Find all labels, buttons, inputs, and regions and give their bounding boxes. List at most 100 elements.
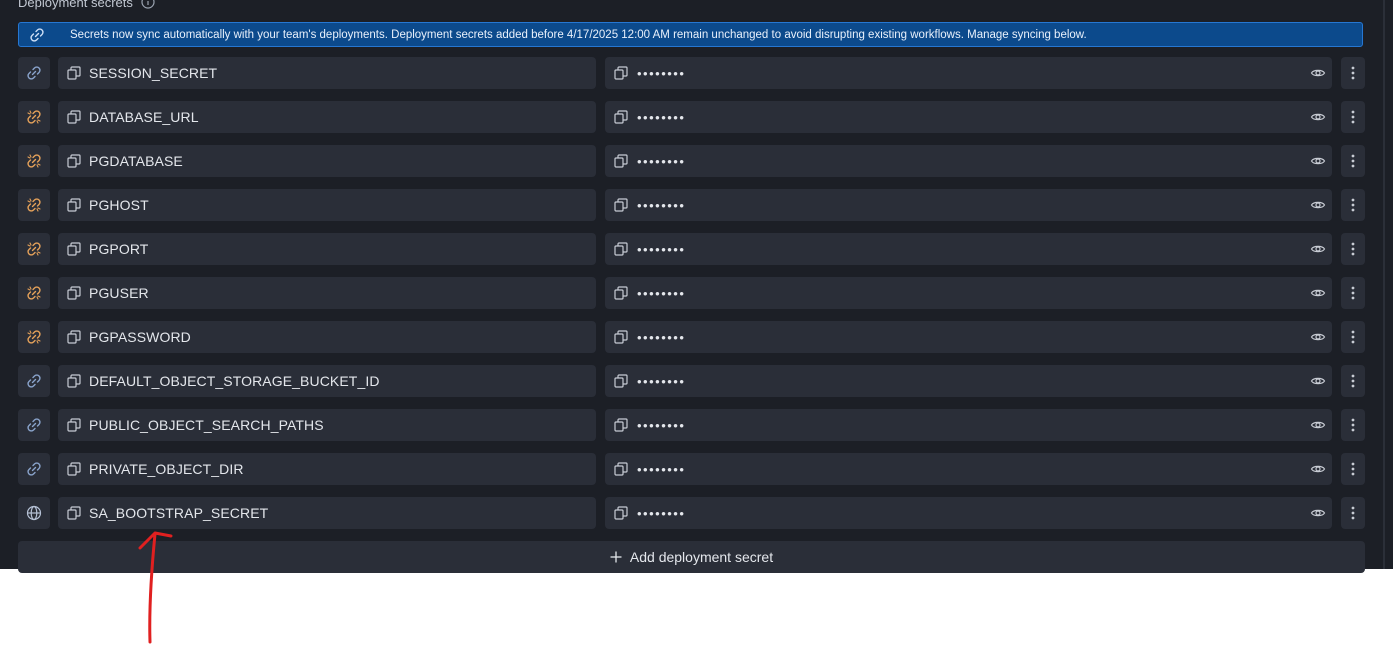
- copy-icon[interactable]: [614, 198, 628, 212]
- secret-key-field[interactable]: PGPASSWORD: [58, 321, 596, 353]
- secret-key-field[interactable]: PRIVATE_OBJECT_DIR: [58, 453, 596, 485]
- copy-icon[interactable]: [67, 154, 81, 168]
- secret-value-field[interactable]: ••••••••: [605, 233, 1332, 265]
- sync-toggle-button[interactable]: [18, 101, 50, 133]
- secret-key-field[interactable]: DATABASE_URL: [58, 101, 596, 133]
- more-options-button[interactable]: [1341, 453, 1365, 485]
- globe-icon: [26, 505, 42, 521]
- link-icon: [26, 373, 42, 389]
- more-vertical-icon: [1351, 374, 1355, 388]
- copy-icon[interactable]: [614, 286, 628, 300]
- secret-row: PGUSER ••••••••: [18, 277, 1365, 309]
- secret-value-field[interactable]: ••••••••: [605, 365, 1332, 397]
- secret-key-text: SA_BOOTSTRAP_SECRET: [89, 505, 269, 521]
- copy-icon[interactable]: [614, 110, 628, 124]
- copy-icon[interactable]: [614, 374, 628, 388]
- sync-toggle-button[interactable]: [18, 453, 50, 485]
- sync-toggle-button[interactable]: [18, 189, 50, 221]
- sync-toggle-button[interactable]: [18, 409, 50, 441]
- more-vertical-icon: [1351, 330, 1355, 344]
- copy-icon[interactable]: [614, 154, 628, 168]
- eye-icon[interactable]: [1310, 65, 1326, 81]
- eye-icon[interactable]: [1310, 285, 1326, 301]
- info-icon[interactable]: [141, 0, 155, 9]
- copy-icon[interactable]: [67, 330, 81, 344]
- more-vertical-icon: [1351, 66, 1355, 80]
- copy-icon[interactable]: [67, 66, 81, 80]
- secret-row: PGDATABASE ••••••••: [18, 145, 1365, 177]
- secret-key-field[interactable]: SESSION_SECRET: [58, 57, 596, 89]
- secret-value-field[interactable]: ••••••••: [605, 277, 1332, 309]
- copy-icon[interactable]: [67, 286, 81, 300]
- secret-value-field[interactable]: ••••••••: [605, 497, 1332, 529]
- more-options-button[interactable]: [1341, 497, 1365, 529]
- eye-icon[interactable]: [1310, 461, 1326, 477]
- secret-value-field[interactable]: ••••••••: [605, 453, 1332, 485]
- secret-key-text: DEFAULT_OBJECT_STORAGE_BUCKET_ID: [89, 373, 380, 389]
- copy-icon[interactable]: [67, 110, 81, 124]
- eye-icon[interactable]: [1310, 505, 1326, 521]
- link-icon: [26, 417, 42, 433]
- add-deployment-secret-button[interactable]: Add deployment secret: [18, 541, 1365, 573]
- secret-key-field[interactable]: PUBLIC_OBJECT_SEARCH_PATHS: [58, 409, 596, 441]
- copy-icon[interactable]: [67, 198, 81, 212]
- sync-toggle-button[interactable]: [18, 145, 50, 177]
- copy-icon[interactable]: [614, 462, 628, 476]
- secret-key-field[interactable]: PGPORT: [58, 233, 596, 265]
- more-options-button[interactable]: [1341, 365, 1365, 397]
- copy-icon[interactable]: [614, 242, 628, 256]
- eye-icon[interactable]: [1310, 417, 1326, 433]
- broken-link-icon: [26, 329, 42, 345]
- secret-key-field[interactable]: SA_BOOTSTRAP_SECRET: [58, 497, 596, 529]
- secret-value-field[interactable]: ••••••••: [605, 189, 1332, 221]
- sync-toggle-button[interactable]: [18, 277, 50, 309]
- secret-key-field[interactable]: DEFAULT_OBJECT_STORAGE_BUCKET_ID: [58, 365, 596, 397]
- more-options-button[interactable]: [1341, 145, 1365, 177]
- secret-value-field[interactable]: ••••••••: [605, 57, 1332, 89]
- copy-icon[interactable]: [67, 418, 81, 432]
- sync-toggle-button[interactable]: [18, 57, 50, 89]
- secret-value-field[interactable]: ••••••••: [605, 409, 1332, 441]
- copy-icon[interactable]: [67, 374, 81, 388]
- sync-info-banner: Secrets now sync automatically with your…: [18, 22, 1363, 47]
- eye-icon[interactable]: [1310, 109, 1326, 125]
- broken-link-icon: [26, 109, 42, 125]
- more-options-button[interactable]: [1341, 189, 1365, 221]
- more-options-button[interactable]: [1341, 277, 1365, 309]
- sync-toggle-button[interactable]: [18, 321, 50, 353]
- copy-icon[interactable]: [614, 506, 628, 520]
- sync-toggle-button[interactable]: [18, 233, 50, 265]
- eye-icon[interactable]: [1310, 373, 1326, 389]
- more-options-button[interactable]: [1341, 233, 1365, 265]
- secret-row: PGPORT ••••••••: [18, 233, 1365, 265]
- more-options-button[interactable]: [1341, 321, 1365, 353]
- secret-key-field[interactable]: PGDATABASE: [58, 145, 596, 177]
- secret-value-field[interactable]: ••••••••: [605, 321, 1332, 353]
- copy-icon[interactable]: [614, 66, 628, 80]
- eye-icon[interactable]: [1310, 153, 1326, 169]
- more-options-button[interactable]: [1341, 409, 1365, 441]
- copy-icon[interactable]: [67, 506, 81, 520]
- sync-toggle-button[interactable]: [18, 497, 50, 529]
- eye-icon[interactable]: [1310, 241, 1326, 257]
- secret-key-field[interactable]: PGHOST: [58, 189, 596, 221]
- copy-icon[interactable]: [614, 330, 628, 344]
- sync-toggle-button[interactable]: [18, 365, 50, 397]
- secret-value-text: ••••••••: [637, 285, 686, 301]
- secret-key-text: PGPASSWORD: [89, 329, 191, 345]
- copy-icon[interactable]: [67, 242, 81, 256]
- copy-icon[interactable]: [67, 462, 81, 476]
- copy-icon[interactable]: [614, 418, 628, 432]
- secret-value-text: ••••••••: [637, 241, 686, 257]
- more-vertical-icon: [1351, 418, 1355, 432]
- eye-icon[interactable]: [1310, 197, 1326, 213]
- more-options-button[interactable]: [1341, 101, 1365, 133]
- secret-value-field[interactable]: ••••••••: [605, 101, 1332, 133]
- add-button-label: Add deployment secret: [629, 549, 774, 565]
- secret-row: DATABASE_URL ••••••••: [18, 101, 1365, 133]
- secret-key-field[interactable]: PGUSER: [58, 277, 596, 309]
- more-options-button[interactable]: [1341, 57, 1365, 89]
- eye-icon[interactable]: [1310, 329, 1326, 345]
- scrollbar[interactable]: [1383, 0, 1385, 569]
- secret-value-field[interactable]: ••••••••: [605, 145, 1332, 177]
